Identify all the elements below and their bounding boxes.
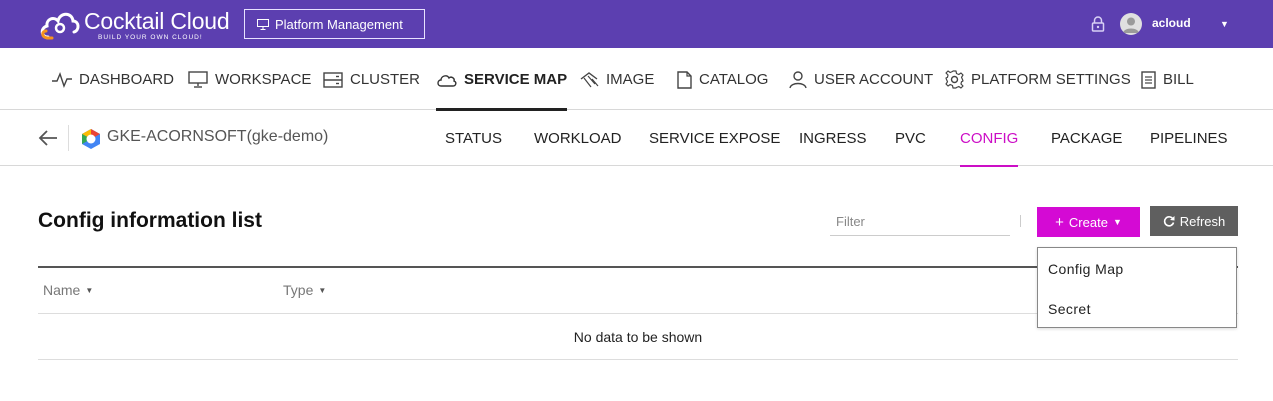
tab-pvc[interactable]: PVC (895, 111, 926, 166)
nav-item-image[interactable]: IMAGE (580, 49, 654, 110)
tab-ingress[interactable]: INGRESS (799, 111, 867, 166)
refresh-label: Refresh (1179, 213, 1226, 229)
create-label: Create (1068, 214, 1108, 230)
table-divider (38, 359, 1238, 360)
gke-cluster-icon (82, 129, 100, 149)
caret-down-icon[interactable]: ▼ (1220, 19, 1229, 29)
cocktail-cloud-logo[interactable]: Cocktail Cloud BUILD YOUR OWN CLOUD! (38, 7, 238, 43)
username[interactable]: acloud (1152, 16, 1191, 30)
page-title: Config information list (38, 209, 262, 232)
column-header-name[interactable]: Name ▼ (43, 282, 93, 298)
nav-item-service-map[interactable]: SERVICE MAP (436, 49, 568, 111)
nav-item-label: IMAGE (606, 71, 655, 88)
user-avatar-icon (1123, 17, 1139, 33)
monitor-icon (188, 71, 208, 88)
document-icon (677, 70, 692, 89)
nav-item-label: DASHBOARD (79, 71, 175, 88)
sort-caret-icon: ▼ (318, 285, 327, 295)
nav-item-label: SERVICE MAP (464, 71, 568, 88)
create-button[interactable]: + Create ▼ (1037, 207, 1140, 237)
refresh-icon (1163, 216, 1175, 227)
tab-pipelines[interactable]: PIPELINES (1150, 111, 1228, 166)
menu-item-config-map[interactable]: Config Map (1048, 261, 1124, 277)
server-icon (323, 71, 343, 88)
refresh-button[interactable]: Refresh (1150, 206, 1238, 236)
nav-item-label: WORKSPACE (215, 71, 312, 88)
column-header-type[interactable]: Type ▼ (283, 282, 326, 298)
brand-tagline: BUILD YOUR OWN CLOUD! (98, 34, 203, 41)
user-icon (789, 70, 807, 88)
nav-item-bill[interactable]: BILL (1141, 49, 1194, 110)
brand-title: Cocktail Cloud (84, 8, 230, 34)
main-nav: DASHBOARD WORKSPACE CLUSTER SERVICE MAP … (0, 49, 1273, 111)
nav-item-label: CLUSTER (350, 71, 421, 88)
platform-management-label: Platform Management (275, 16, 403, 32)
nav-item-user-account[interactable]: USER ACCOUNT (789, 49, 933, 110)
divider (68, 125, 69, 151)
nav-item-catalog[interactable]: CATALOG (677, 49, 768, 110)
create-dropdown-menu: Config Map Secret (1037, 247, 1237, 328)
gear-icon (945, 70, 964, 89)
plus-icon: + (1055, 213, 1064, 231)
top-bar: Cocktail Cloud BUILD YOUR OWN CLOUD! Pla… (0, 0, 1273, 48)
nav-item-label: BILL (1163, 71, 1194, 88)
nav-item-label: CATALOG (699, 71, 769, 88)
tab-status[interactable]: STATUS (445, 111, 502, 166)
column-header-label: Type (283, 282, 314, 298)
column-header-label: Name (43, 282, 81, 298)
sort-caret-icon: ▼ (85, 285, 94, 295)
cloud-logo-icon (40, 12, 80, 40)
tab-service-expose[interactable]: SERVICE EXPOSE (649, 111, 780, 166)
monitor-icon (257, 18, 269, 30)
nav-item-cluster[interactable]: CLUSTER (323, 49, 420, 110)
menu-item-secret[interactable]: Secret (1048, 301, 1091, 317)
tab-config[interactable]: CONFIG (960, 111, 1019, 167)
nav-item-dashboard[interactable]: DASHBOARD (52, 49, 174, 110)
tab-package[interactable]: PACKAGE (1051, 111, 1122, 166)
cloud-icon (437, 74, 457, 87)
filter-input[interactable] (830, 207, 1010, 236)
avatar[interactable] (1120, 13, 1142, 35)
image-icon (580, 71, 599, 87)
sub-nav: GKE-ACORNSOFT(gke-demo) STATUS WORKLOAD … (0, 111, 1273, 167)
platform-management-button[interactable]: Platform Management (244, 9, 425, 39)
caret-down-icon: ▼ (1112, 217, 1122, 227)
divider (1020, 215, 1021, 227)
tab-workload[interactable]: WORKLOAD (534, 111, 622, 166)
nav-item-workspace[interactable]: WORKSPACE (188, 49, 311, 110)
empty-state-message: No data to be shown (573, 329, 703, 345)
lock-icon[interactable] (1091, 16, 1105, 32)
bill-icon (1141, 70, 1156, 89)
nav-item-label: USER ACCOUNT (814, 71, 934, 88)
cluster-name: GKE-ACORNSOFT(gke-demo) (107, 128, 329, 145)
nav-item-label: PLATFORM SETTINGS (971, 71, 1131, 88)
pulse-icon (52, 71, 72, 88)
back-arrow-icon[interactable] (38, 129, 58, 147)
nav-item-platform-settings[interactable]: PLATFORM SETTINGS (945, 49, 1131, 110)
